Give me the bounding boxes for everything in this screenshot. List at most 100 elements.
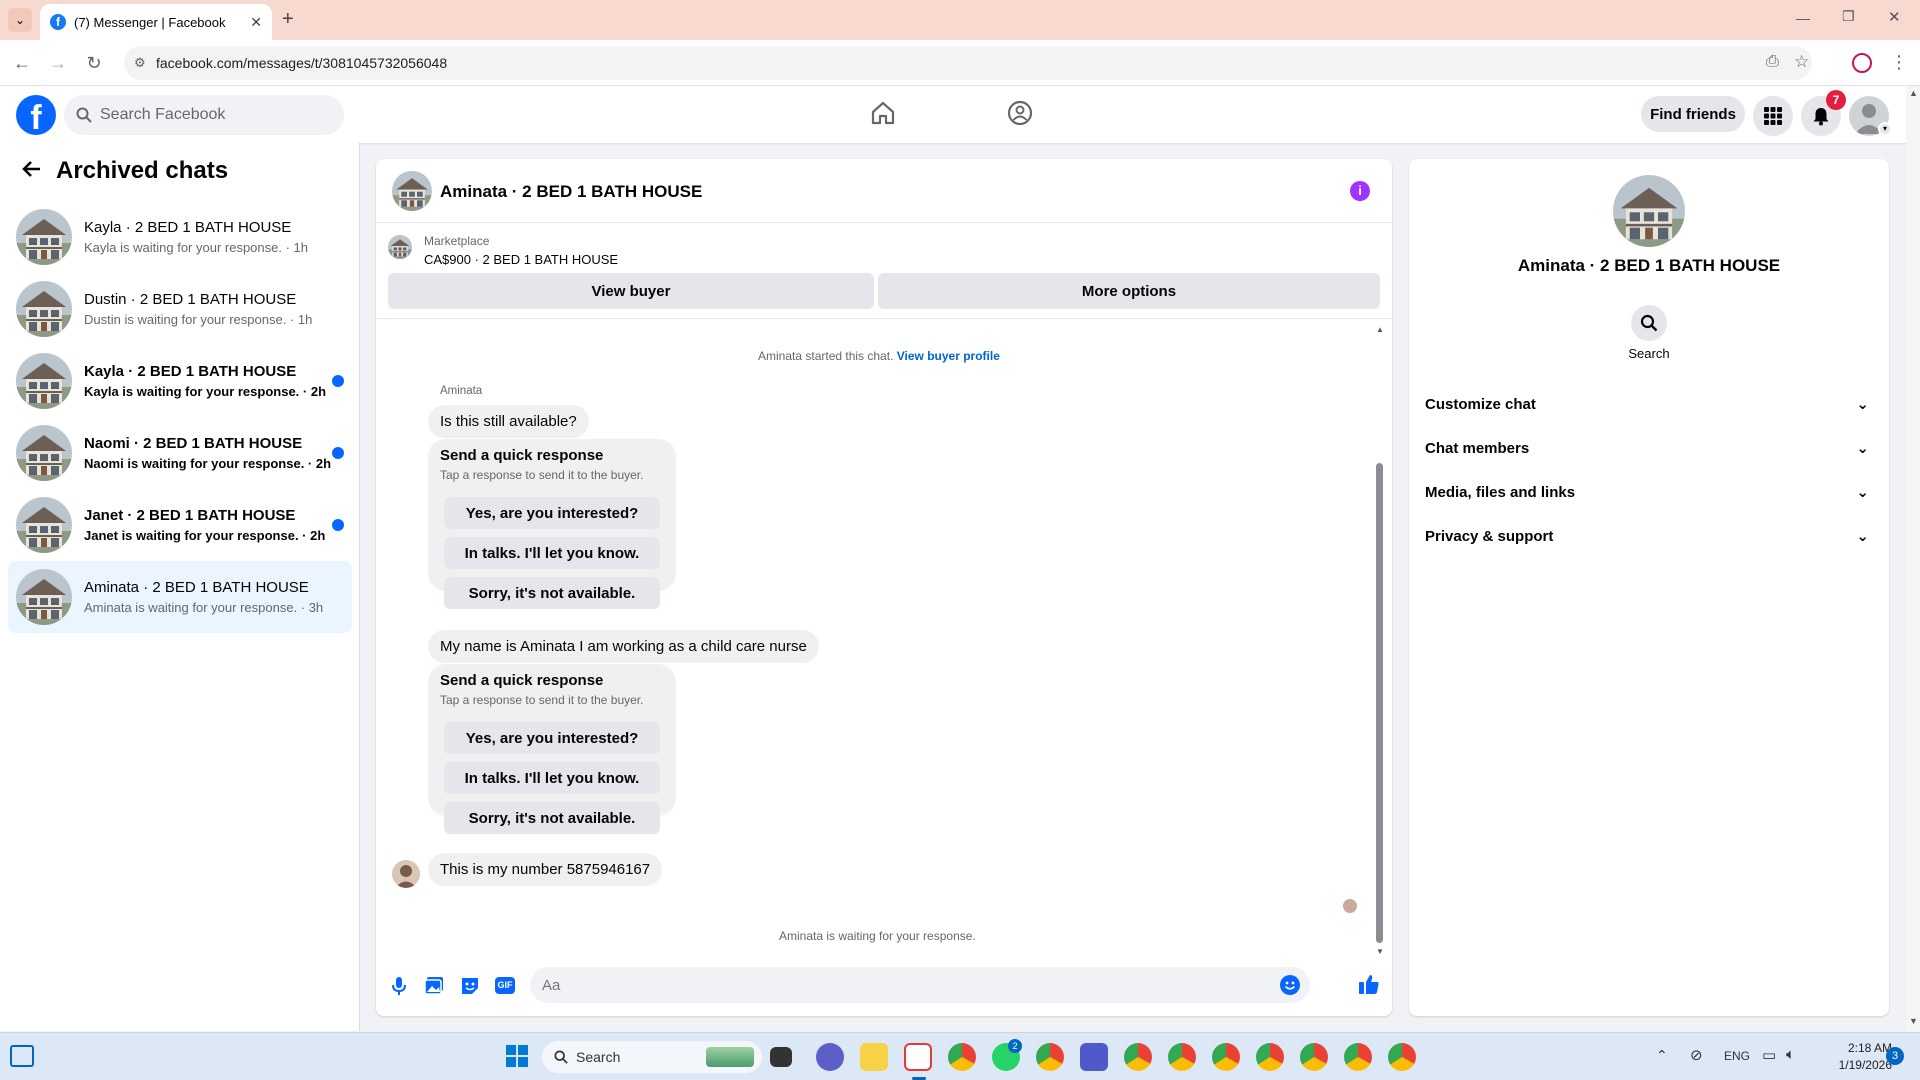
menu-kebab-icon[interactable]: ⋮: [1890, 52, 1908, 73]
chrome-profile-icon[interactable]: [1344, 1043, 1372, 1071]
bookmark-star-icon[interactable]: ☆: [1794, 52, 1809, 72]
quick-response-yes-button[interactable]: Yes, are you interested?: [444, 497, 660, 529]
customize-chat-section[interactable]: Customize chat ⌄: [1425, 382, 1873, 426]
snipping-tool-icon[interactable]: [904, 1043, 932, 1071]
volume-icon[interactable]: 🔈︎: [1786, 1046, 1795, 1063]
find-friends-button[interactable]: Find friends: [1641, 96, 1745, 132]
quick-response-not-available-button[interactable]: Sorry, it's not available.: [444, 577, 660, 609]
reload-icon[interactable]: ↻: [84, 53, 104, 73]
chrome-profile-icon[interactable]: [1036, 1043, 1064, 1071]
restore-icon[interactable]: ❐: [1842, 8, 1855, 25]
search-facebook[interactable]: [64, 95, 344, 135]
chat-list-item[interactable]: Kayla · 2 BED 1 BATH HOUSE Kayla is waiti…: [8, 345, 352, 417]
message-bubble[interactable]: This is my number 5875946167: [428, 853, 663, 886]
listing-title[interactable]: CA$900 · 2 BED 1 BATH HOUSE: [424, 252, 618, 267]
search-in-conversation-button[interactable]: [1631, 305, 1667, 341]
conversation-title[interactable]: Aminata · 2 BED 1 BATH HOUSE: [440, 182, 702, 202]
scroll-up-icon[interactable]: ▲: [1376, 325, 1384, 334]
back-arrow-icon[interactable]: [22, 159, 42, 179]
chat-list-item[interactable]: Dustin · 2 BED 1 BATH HOUSE Dustin is wai…: [8, 273, 352, 345]
chat-list-item[interactable]: Aminata · 2 BED 1 BATH HOUSE Aminata is w…: [8, 561, 352, 633]
clock[interactable]: 2:18 AM 1/19/2026: [1812, 1041, 1892, 1072]
quick-response-yes-button[interactable]: Yes, are you interested?: [444, 722, 660, 754]
minimize-icon[interactable]: —: [1796, 10, 1810, 26]
more-options-button[interactable]: More options: [878, 273, 1380, 309]
address-bar[interactable]: ⚙ facebook.com/messages/t/30810457320560…: [124, 46, 1812, 80]
microphone-icon[interactable]: [390, 976, 408, 996]
emoji-icon[interactable]: [1280, 975, 1300, 995]
message-input[interactable]: [542, 976, 1262, 994]
chrome-profile-icon[interactable]: [1388, 1043, 1416, 1071]
details-avatar[interactable]: [1613, 175, 1685, 247]
sticky-notes-icon[interactable]: [860, 1043, 888, 1071]
chat-members-section[interactable]: Chat members ⌄: [1425, 426, 1873, 470]
teams-chat-icon[interactable]: [816, 1043, 844, 1071]
marketplace-bar: Marketplace CA$900 · 2 BED 1 BATH HOUSE …: [376, 223, 1392, 319]
attach-photo-icon[interactable]: [424, 976, 444, 996]
privacy-support-section[interactable]: Privacy & support ⌄: [1425, 514, 1873, 558]
groups-icon[interactable]: [1007, 100, 1033, 126]
chrome-profile-icon[interactable]: [1212, 1043, 1240, 1071]
forward-icon[interactable]: →: [48, 53, 68, 73]
chat-avatar: [16, 497, 72, 553]
scroll-down-icon[interactable]: ▼: [1376, 947, 1384, 956]
message-scrollbar[interactable]: ▲ ▼: [1374, 325, 1384, 956]
chat-list-item[interactable]: Kayla · 2 BED 1 BATH HOUSE Kayla is waiti…: [8, 201, 352, 273]
message-bubble[interactable]: Is this still available?: [428, 405, 589, 438]
view-buyer-button[interactable]: View buyer: [388, 273, 874, 309]
quick-response-in-talks-button[interactable]: In talks. I'll let you know.: [444, 537, 660, 569]
menu-grid-icon[interactable]: [1753, 96, 1793, 136]
conversation-header: Aminata · 2 BED 1 BATH HOUSE i: [376, 159, 1392, 223]
chrome-icon[interactable]: [948, 1043, 976, 1071]
home-icon[interactable]: [870, 100, 896, 126]
sender-avatar[interactable]: [392, 860, 420, 888]
view-buyer-profile-link[interactable]: View buyer profile: [897, 349, 1000, 363]
close-tab-icon[interactable]: ✕: [250, 14, 262, 31]
taskbar-search-text: Search: [576, 1049, 621, 1065]
page-scrollbar[interactable]: ▲ ▼: [1906, 86, 1920, 1032]
back-icon[interactable]: ←: [12, 53, 32, 73]
conversation-avatar[interactable]: [392, 171, 432, 211]
install-app-icon[interactable]: ⎙: [1766, 53, 1779, 71]
chat-list-item[interactable]: Naomi · 2 BED 1 BATH HOUSE Naomi is waiti…: [8, 417, 352, 489]
message-composer[interactable]: [530, 967, 1310, 1003]
widgets-icon[interactable]: [10, 1045, 34, 1067]
media-files-links-section[interactable]: Media, files and links ⌄: [1425, 470, 1873, 514]
notification-center-badge[interactable]: 3: [1886, 1047, 1904, 1065]
browser-tab[interactable]: f (7) Messenger | Facebook ✕: [40, 4, 272, 40]
facebook-logo[interactable]: f: [16, 95, 56, 135]
taskbar-search[interactable]: Search: [542, 1041, 762, 1073]
sticker-icon[interactable]: [460, 976, 480, 996]
teams-icon[interactable]: [1080, 1043, 1108, 1071]
scroll-up-icon[interactable]: ▲: [1909, 88, 1918, 98]
chat-avatar: [16, 425, 72, 481]
like-thumb-icon[interactable]: [1358, 973, 1380, 995]
tab-list-icon[interactable]: ⌄: [8, 8, 32, 32]
new-tab-button[interactable]: +: [282, 8, 294, 31]
scrollbar-thumb[interactable]: [1376, 463, 1383, 943]
display-icon[interactable]: ▭: [1762, 1046, 1776, 1064]
chevron-down-icon[interactable]: ▾: [1878, 122, 1892, 136]
search-input[interactable]: [100, 106, 330, 124]
chevron-up-icon[interactable]: ⌃: [1656, 1047, 1668, 1064]
chrome-profile-icon[interactable]: [1168, 1043, 1196, 1071]
language-indicator[interactable]: ENG: [1724, 1049, 1750, 1063]
network-off-icon[interactable]: ⊘: [1690, 1046, 1703, 1064]
chrome-profile-icon[interactable]: [1300, 1043, 1328, 1071]
quick-response-not-available-button[interactable]: Sorry, it's not available.: [444, 802, 660, 834]
chrome-profile-icon[interactable]: [1124, 1043, 1152, 1071]
scroll-down-icon[interactable]: ▼: [1909, 1016, 1918, 1026]
profile-icon[interactable]: [1852, 53, 1872, 73]
message-bubble[interactable]: My name is Aminata I am working as a chi…: [428, 630, 819, 663]
info-icon[interactable]: i: [1350, 181, 1370, 201]
gif-icon[interactable]: GIF: [495, 977, 515, 994]
search-icon: [554, 1050, 568, 1064]
site-settings-icon[interactable]: ⚙: [134, 55, 146, 71]
chrome-profile-icon[interactable]: [1256, 1043, 1284, 1071]
facebook-favicon-icon: f: [50, 14, 66, 30]
chat-list-item[interactable]: Janet · 2 BED 1 BATH HOUSE Janet is waiti…: [8, 489, 352, 561]
quick-response-in-talks-button[interactable]: In talks. I'll let you know.: [444, 762, 660, 794]
close-window-icon[interactable]: ✕: [1888, 8, 1901, 26]
task-view-icon[interactable]: [770, 1047, 792, 1067]
windows-start-icon[interactable]: [506, 1045, 528, 1067]
